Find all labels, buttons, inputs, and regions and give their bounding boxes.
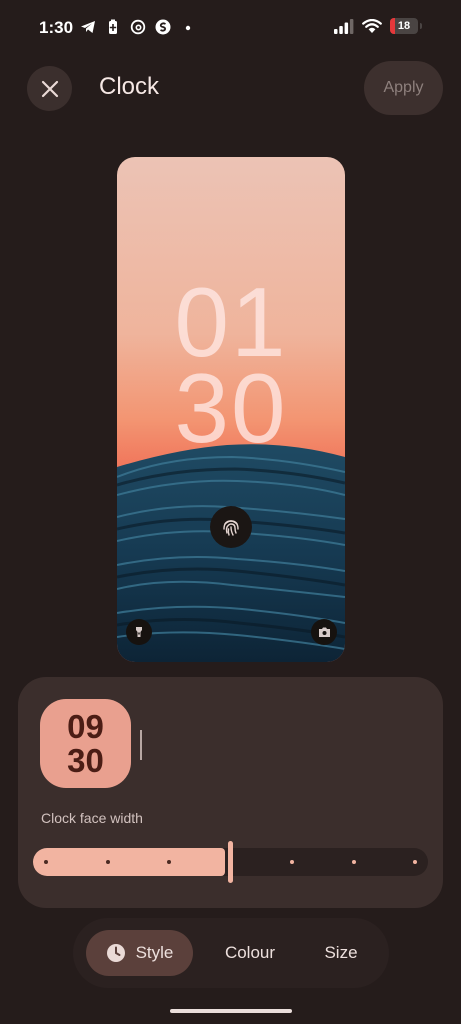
status-bar: 1:30 18 — [0, 0, 461, 56]
slider-step-dot — [413, 860, 417, 864]
clock-style-thumbnail[interactable]: 09 30 — [40, 699, 131, 788]
signal-icon — [334, 18, 354, 34]
tab-style[interactable]: Style — [86, 930, 193, 976]
wifi-icon — [362, 18, 382, 33]
tab-bar: Style Colour Size — [73, 918, 389, 988]
close-icon — [41, 80, 58, 97]
camera-icon — [318, 627, 330, 637]
tab-colour[interactable]: Colour — [210, 930, 290, 976]
preview-clock: 01 30 — [117, 273, 345, 463]
camera-shortcut — [311, 619, 337, 645]
battery-saver-icon — [109, 19, 117, 34]
page-title: Clock — [99, 73, 160, 100]
flashlight-shortcut — [126, 619, 152, 645]
close-button[interactable] — [27, 66, 72, 111]
preview-minute: 30 — [174, 353, 288, 463]
slider-handle[interactable] — [228, 841, 233, 883]
clock-face-width-slider[interactable] — [33, 841, 428, 883]
slider-step-dot — [290, 860, 294, 864]
fingerprint-icon — [223, 520, 239, 536]
tab-size-label: Size — [324, 943, 358, 962]
tab-size[interactable]: Size — [311, 930, 371, 976]
slider-step-dot — [167, 860, 171, 864]
clock-face-width-label: Clock face width — [41, 810, 143, 826]
tab-colour-label: Colour — [224, 943, 276, 962]
thumb-hour: 09 — [67, 707, 104, 745]
shazam-icon — [155, 19, 171, 35]
slider-step-dot — [105, 860, 110, 864]
slider-step-dot — [351, 860, 356, 864]
home-indicator[interactable] — [170, 1009, 292, 1013]
thumb-minute: 30 — [67, 741, 104, 779]
apply-button[interactable]: Apply — [364, 61, 443, 115]
lockscreen-preview: 01 30 — [117, 157, 345, 662]
clock-options-panel: 09 30 Clock face width — [18, 677, 443, 908]
battery-indicator: 18 — [390, 18, 418, 34]
threads-icon — [130, 19, 146, 35]
scroll-cursor — [140, 730, 142, 760]
fingerprint-button — [210, 506, 252, 548]
clock-icon — [106, 943, 126, 963]
battery-cap — [420, 23, 422, 29]
status-time: 1:30 — [39, 18, 74, 37]
slider-active-track — [33, 848, 225, 876]
battery-level: 18 — [397, 20, 411, 32]
dot-icon — [185, 25, 191, 31]
slider-step-dot — [44, 860, 48, 864]
tab-style-label: Style — [135, 943, 174, 962]
flashlight-icon — [136, 627, 142, 637]
telegram-icon — [81, 21, 95, 33]
